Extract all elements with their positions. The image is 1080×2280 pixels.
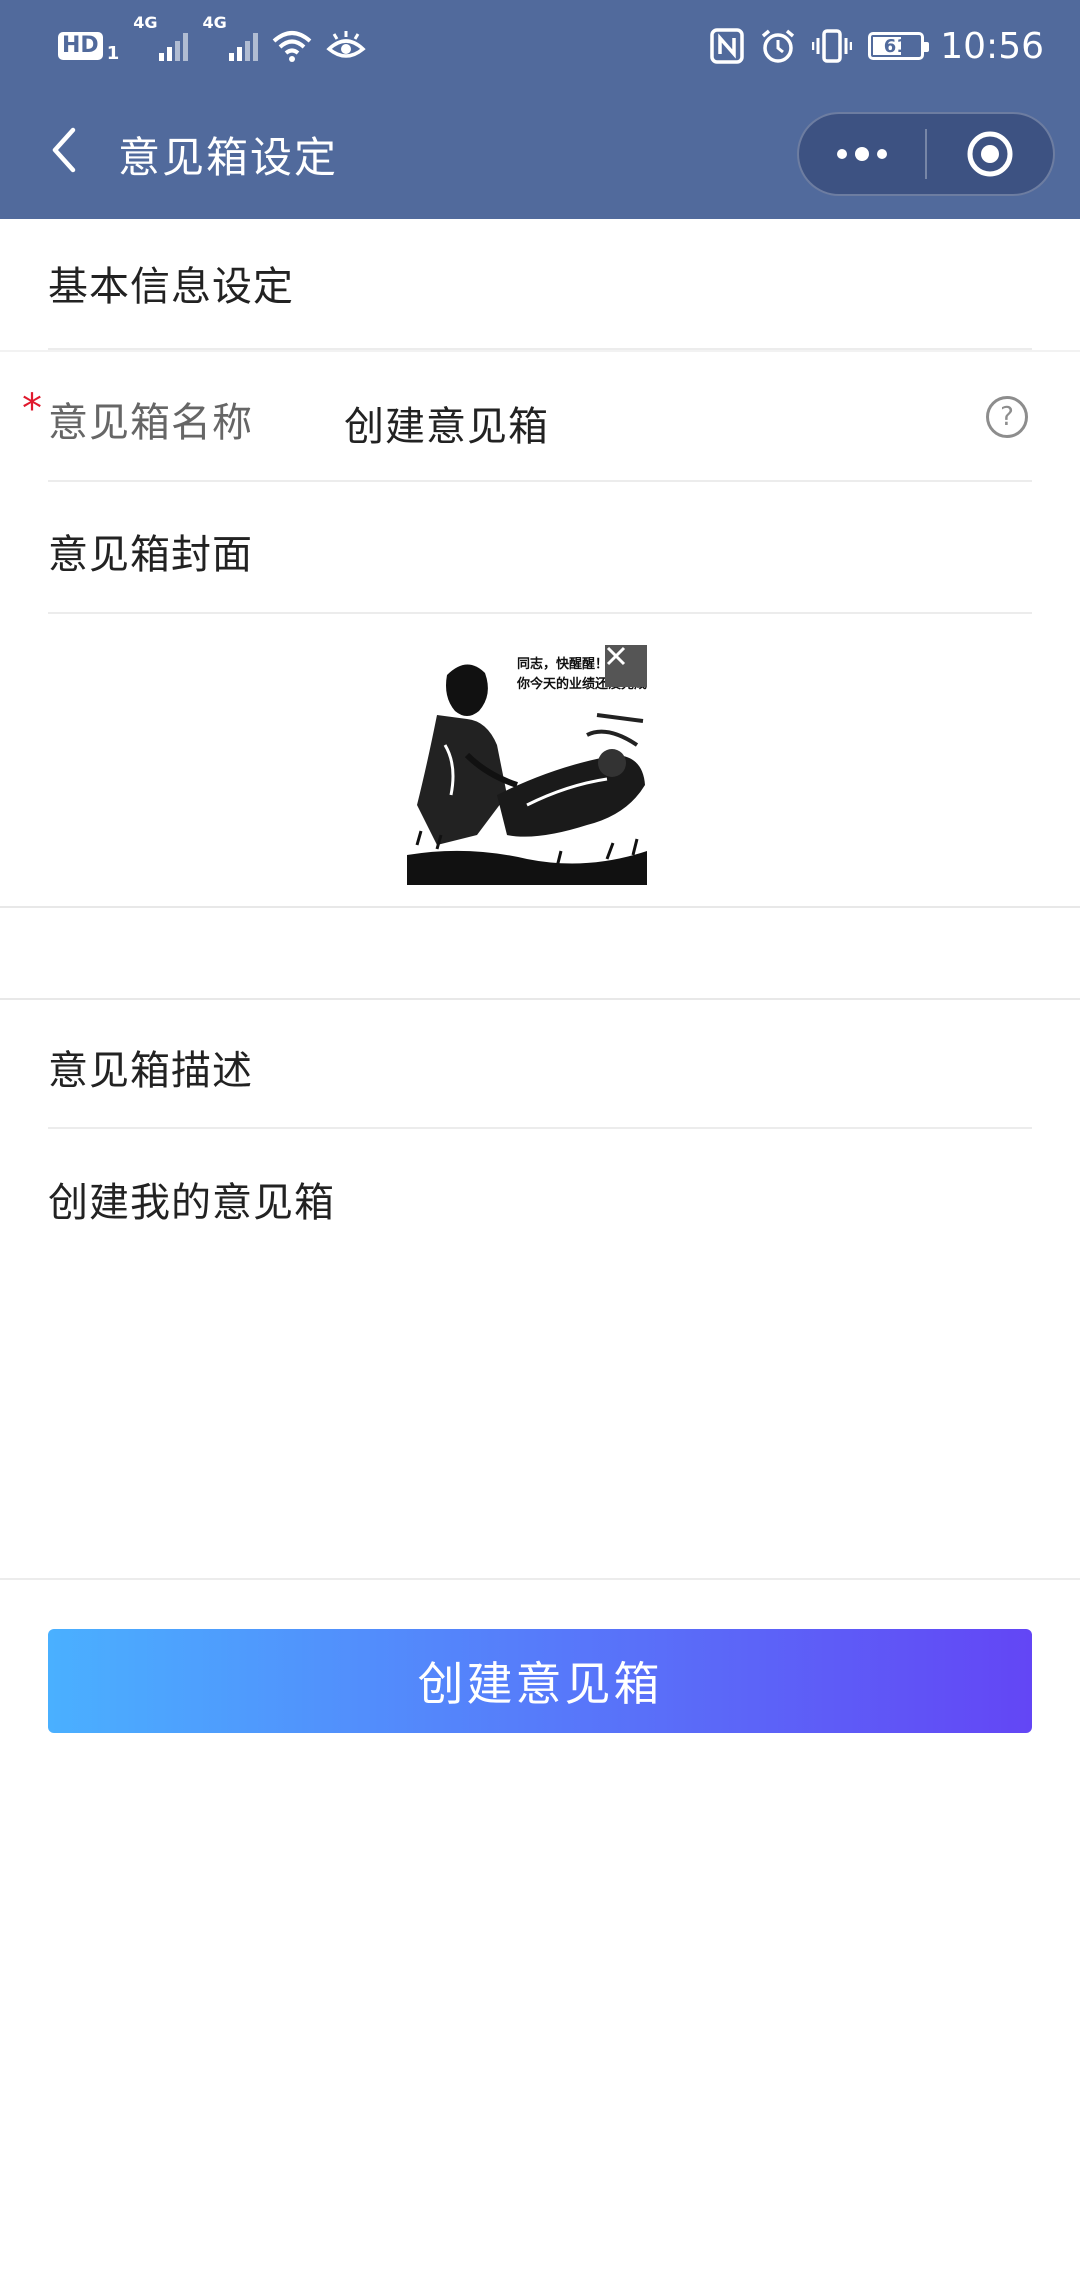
signal-1-icon: 4G	[133, 13, 189, 61]
more-button[interactable]	[799, 114, 925, 194]
description-field-label: 意见箱描述	[48, 1048, 253, 1094]
app-header: HD 1 4G 4G 61 10:56 意见箱设定	[0, 0, 1080, 219]
signal-2-label: 4G	[202, 13, 227, 32]
divider	[48, 612, 1032, 614]
section-title: 基本信息设定	[48, 264, 294, 310]
cover-field-label: 意见箱封面	[48, 532, 253, 578]
remove-cover-button[interactable]	[605, 645, 647, 687]
divider	[0, 350, 1080, 352]
divider	[0, 998, 1080, 1000]
create-suggestion-box-button[interactable]: 创建意见箱	[48, 1629, 1032, 1733]
divider	[48, 1127, 1032, 1129]
navbar: 意见箱设定	[0, 92, 1080, 219]
hd-sub-label: 1	[106, 42, 120, 64]
status-bar-left: HD 1 4G 4G	[58, 13, 366, 70]
description-textarea[interactable]: 创建我的意见箱	[48, 1170, 1032, 1550]
signal-1-label: 4G	[133, 13, 158, 32]
eye-comfort-icon	[326, 31, 366, 58]
page-title: 意见箱设定	[118, 133, 339, 182]
hd-badge: HD	[58, 32, 103, 60]
chevron-left-icon	[52, 127, 76, 173]
name-input[interactable]: 创建意见箱	[344, 394, 549, 452]
divider	[48, 480, 1032, 482]
wifi-icon	[272, 31, 312, 62]
close-icon	[606, 646, 626, 666]
target-circle-icon	[967, 131, 1013, 177]
more-dots-icon	[837, 147, 887, 161]
mini-program-capsule	[797, 112, 1055, 196]
clock: 10:56	[940, 25, 1044, 67]
battery-icon: 61	[868, 32, 930, 60]
status-bar: HD 1 4G 4G 61 10:56	[0, 0, 1080, 92]
back-button[interactable]	[34, 120, 94, 180]
required-mark: *	[22, 386, 42, 432]
nfc-icon	[710, 28, 744, 64]
cover-image[interactable]: 同志，快醒醒！ 你今天的业绩还没完成	[407, 645, 647, 885]
divider	[0, 1578, 1080, 1580]
vibrate-icon	[812, 29, 853, 63]
signal-2-icon: 4G	[202, 13, 258, 61]
battery-level: 61	[883, 35, 909, 57]
close-mini-program-button[interactable]	[927, 114, 1053, 194]
divider	[0, 906, 1080, 908]
help-icon[interactable]: ?	[986, 396, 1028, 438]
alarm-icon	[762, 29, 795, 63]
status-bar-right: 61 10:56	[710, 22, 1044, 70]
name-field-label: 意见箱名称	[48, 400, 253, 446]
